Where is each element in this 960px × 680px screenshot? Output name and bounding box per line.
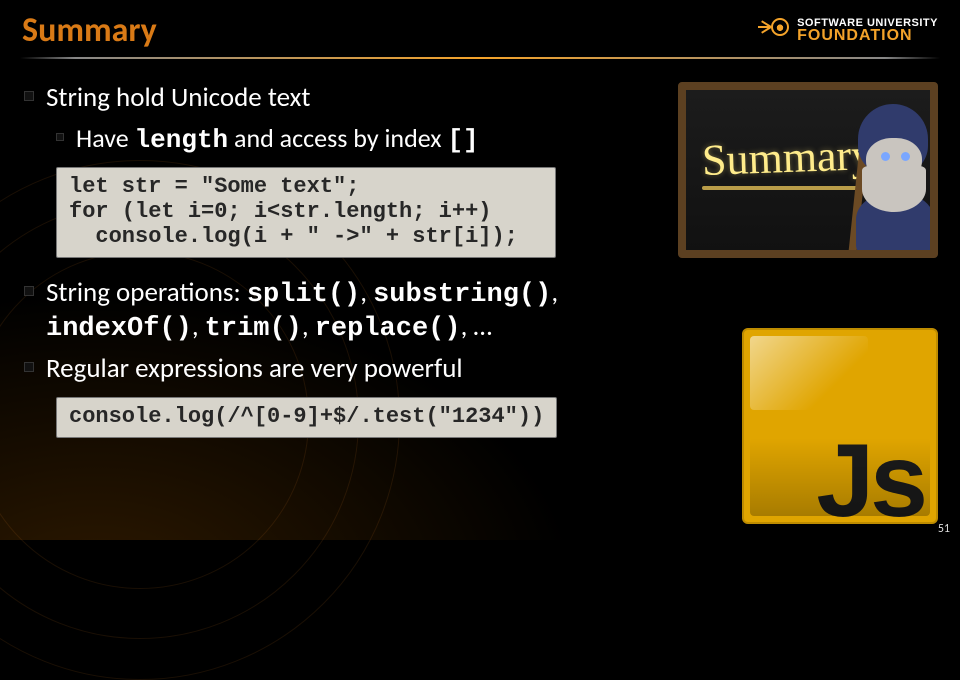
bullet-text: Regular expressions are very powerful bbox=[46, 352, 463, 385]
page-number: 51 bbox=[938, 522, 950, 536]
bullet-icon bbox=[56, 133, 64, 141]
text-frag: Have bbox=[76, 122, 135, 154]
bullet-icon bbox=[24, 91, 34, 101]
bullet-icon bbox=[24, 362, 34, 372]
code-block-regex: console.log(/^[0-9]+$/.test("1234")) bbox=[56, 397, 557, 438]
code-inline-op: replace() bbox=[315, 314, 461, 344]
separator: , bbox=[302, 310, 315, 343]
code-inline-op: trim() bbox=[205, 314, 302, 344]
code-inline-op: indexOf() bbox=[46, 314, 192, 344]
wizard-gnome-icon bbox=[824, 100, 938, 258]
bullet-text: Have length and access by index [] bbox=[76, 122, 479, 155]
separator: , bbox=[192, 310, 205, 343]
code-inline-brackets: [] bbox=[447, 125, 478, 155]
javascript-badge: Js bbox=[742, 328, 938, 524]
bullet-text: String operations: split(), substring(),… bbox=[46, 276, 644, 344]
brand-text: SOFTWARE UNIVERSITY FOUNDATION bbox=[797, 18, 938, 44]
text-frag: String operations: bbox=[46, 276, 247, 309]
code-block-loop: let str = "Some text"; for (let i=0; i<s… bbox=[56, 167, 556, 258]
badge-glare bbox=[750, 336, 868, 410]
code-inline-op: substring() bbox=[373, 280, 551, 310]
code-inline-op: split() bbox=[247, 280, 360, 310]
page-title: Summary bbox=[22, 10, 157, 51]
summary-chalkboard-image: Summary bbox=[678, 82, 938, 258]
separator: , bbox=[551, 276, 558, 309]
bullet-text: String hold Unicode text bbox=[46, 81, 310, 114]
bullet-icon bbox=[24, 286, 34, 296]
text-frag: and access by index bbox=[228, 122, 447, 154]
text-frag: , … bbox=[461, 310, 492, 343]
bullet-string-operations: String operations: split(), substring(),… bbox=[24, 276, 644, 344]
separator: , bbox=[360, 276, 373, 309]
lightbulb-icon bbox=[755, 16, 789, 46]
badge-shadow bbox=[750, 438, 930, 516]
code-inline-length: length bbox=[135, 125, 229, 155]
brand-line-2: FOUNDATION bbox=[797, 28, 938, 43]
header: Summary SOFTWARE UNIVERSITY FOUNDATION bbox=[0, 0, 960, 53]
brand-logo: SOFTWARE UNIVERSITY FOUNDATION bbox=[755, 16, 938, 46]
